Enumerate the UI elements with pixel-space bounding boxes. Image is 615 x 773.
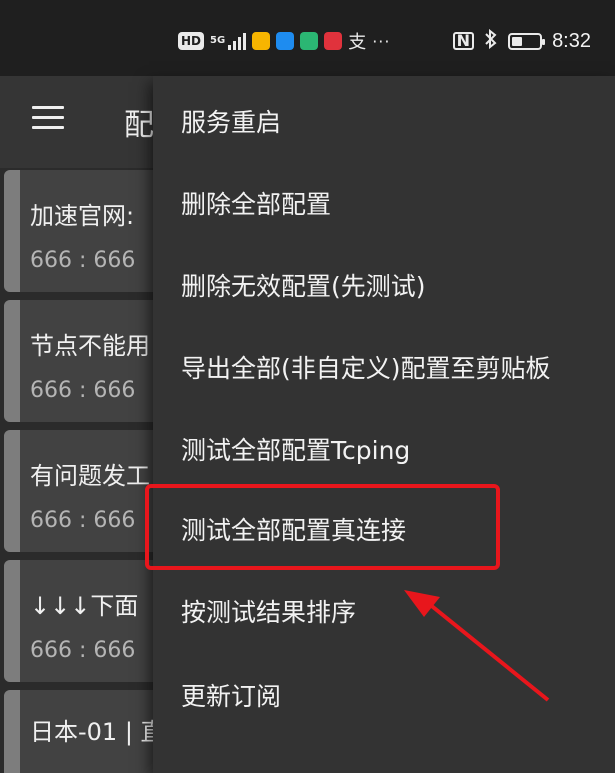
nfc-icon: N: [452, 32, 475, 50]
server-address: 666 : 666: [30, 638, 136, 663]
menu-item-test-real-connection[interactable]: 测试全部配置真连接: [153, 488, 615, 570]
menu-item-export-clipboard[interactable]: 导出全部(非自定义)配置至剪贴板: [153, 326, 615, 408]
server-name: 加速官网:: [30, 202, 135, 230]
menu-item-delete-all[interactable]: 删除全部配置: [153, 162, 615, 244]
selection-stripe: [4, 560, 20, 682]
app-notification-icon: [324, 32, 343, 50]
bluetooth-icon: [484, 28, 498, 54]
server-name: 节点不能用: [30, 332, 150, 360]
menu-item-test-tcping[interactable]: 测试全部配置Tcping: [153, 408, 615, 490]
hd-badge: HD: [178, 32, 205, 50]
more-notifications-icon: ···: [372, 31, 391, 51]
selection-stripe: [4, 300, 20, 422]
hamburger-icon[interactable]: [32, 106, 64, 130]
battery-icon: [508, 32, 546, 50]
signal-icon: [228, 32, 247, 50]
server-address: 666 : 666: [30, 248, 136, 273]
clock: 8:32: [552, 29, 591, 52]
network-type: 5G: [210, 35, 226, 46]
overflow-menu: 服务重启 删除全部配置 删除无效配置(先测试) 导出全部(非自定义)配置至剪贴板…: [153, 76, 615, 773]
selection-stripe: [4, 170, 20, 292]
menu-item-delete-invalid[interactable]: 删除无效配置(先测试): [153, 244, 615, 326]
status-bar: HD 5G 支 ··· N 8:32: [0, 0, 615, 76]
toolbar-title: 配: [124, 108, 154, 143]
alipay-icon: 支: [348, 32, 367, 53]
status-right: N 8:32: [452, 28, 591, 54]
status-left: HD 5G 支 ···: [178, 29, 390, 53]
selection-stripe: [4, 690, 20, 773]
mail-app-icon: [252, 32, 271, 50]
menu-item-sort-by-result[interactable]: 按测试结果排序: [153, 570, 615, 652]
server-address: 666 : 666: [30, 508, 136, 533]
server-name: ↓↓↓下面: [30, 592, 139, 620]
app-notification-icon: [276, 32, 295, 50]
server-address: 666 : 666: [30, 378, 136, 403]
menu-item-update-subscription[interactable]: 更新订阅: [153, 654, 615, 736]
app-notification-icon: [300, 32, 319, 50]
server-name: 有问题发工: [30, 462, 150, 490]
selection-stripe: [4, 430, 20, 552]
menu-item-restart-service[interactable]: 服务重启: [153, 80, 615, 162]
